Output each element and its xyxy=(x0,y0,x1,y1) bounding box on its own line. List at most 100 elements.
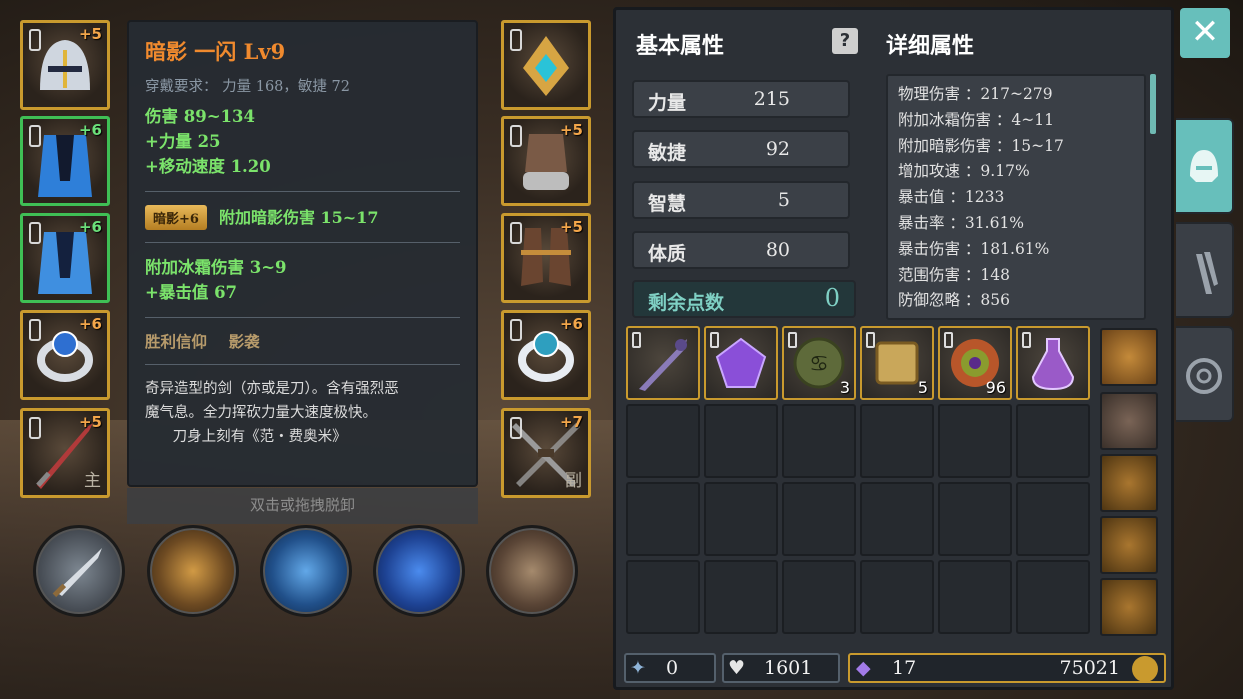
inventory-empty-slot[interactable] xyxy=(938,482,1012,556)
inventory-empty-slot[interactable] xyxy=(782,560,856,634)
item-tooltip: 暗影 一闪 Lv9 穿戴要求： 力量 168，敏捷 72 伤害 89~134 +… xyxy=(127,20,478,487)
attr-strength[interactable]: 力量 215 xyxy=(632,80,850,118)
crystals-value: 17 xyxy=(892,657,917,679)
attr-agility[interactable]: 敏捷 92 xyxy=(632,130,850,168)
lock-icon xyxy=(510,29,522,51)
left-slot-ring-icon[interactable]: +6 xyxy=(20,310,110,400)
tab-equipment-helmet-icon[interactable] xyxy=(1176,118,1234,214)
inventory-empty-slot[interactable] xyxy=(626,482,700,556)
bag-slot-icon[interactable] xyxy=(1100,454,1158,512)
attr-value: 92 xyxy=(765,138,790,160)
soul-icon: ♥ xyxy=(728,657,746,679)
faith-line: 胜利信仰 影袭 xyxy=(145,332,260,351)
detail-row: 物理伤害 ：217~279 xyxy=(898,85,1053,103)
inventory-empty-slot[interactable] xyxy=(938,560,1012,634)
left-slot-coat-icon[interactable]: +6 xyxy=(20,116,110,206)
enhance-level: +5 xyxy=(78,25,102,43)
inventory-empty-slot[interactable] xyxy=(704,404,778,478)
right-slot-amulet-icon[interactable] xyxy=(501,20,591,110)
currency-souls: ♥ 1601 xyxy=(722,653,840,683)
inventory-item-scroll-icon[interactable]: 5 xyxy=(860,326,934,400)
detail-attributes-title: 详细属性 xyxy=(886,33,975,59)
lock-icon xyxy=(510,125,522,147)
lock-icon xyxy=(29,319,41,341)
item-desc-line: 刀身上刻有《范・费奥米》 xyxy=(145,429,347,445)
right-slot-glove-icon[interactable]: +5 xyxy=(501,116,591,206)
remaining-value: 0 xyxy=(824,284,840,312)
item-stat: +力量 25 xyxy=(145,132,221,151)
attr-name: 智慧 xyxy=(648,193,687,215)
inventory-empty-slot[interactable] xyxy=(782,404,856,478)
bag-slot-icon[interactable] xyxy=(1100,578,1158,636)
currency-bar: ✦ 0 ♥ 1601 ◆ 17 75021 xyxy=(622,650,1170,684)
inventory-item-potion-icon[interactable] xyxy=(1016,326,1090,400)
gold-coin-icon xyxy=(1132,656,1158,682)
extra-stat: +暴击值 67 xyxy=(145,283,238,302)
attributes-panel: 基本属性 ? 详细属性 力量 215 敏捷 92 智慧 5 体质 80 剩余点数… xyxy=(613,7,1174,690)
right-slot-boots-icon[interactable]: +5 xyxy=(501,213,591,303)
item-desc-line: 奇异造型的剑（亦或是刀）。含有强烈恶 xyxy=(145,381,399,397)
left-slot-sword-icon[interactable]: +5 主 xyxy=(20,408,110,498)
close-button[interactable]: ✕ xyxy=(1180,8,1230,58)
enhance-level: +6 xyxy=(78,315,102,333)
inventory-empty-slot[interactable] xyxy=(1016,482,1090,556)
inventory-empty-slot[interactable] xyxy=(860,482,934,556)
help-icon[interactable]: ? xyxy=(832,28,858,54)
attr-name: 敏捷 xyxy=(648,142,687,164)
key-icon: ✦ xyxy=(630,657,646,679)
attr-wisdom[interactable]: 智慧 5 xyxy=(632,181,850,219)
bag-chest-icon[interactable] xyxy=(1100,328,1158,386)
enhance-level: +5 xyxy=(559,218,583,236)
inventory-empty-slot[interactable] xyxy=(626,404,700,478)
divider xyxy=(145,191,460,192)
inventory-empty-slot[interactable] xyxy=(1016,404,1090,478)
bag-slot-icon[interactable] xyxy=(1100,392,1158,450)
detail-scrollbar[interactable] xyxy=(1150,74,1156,134)
bag-slot-icon[interactable] xyxy=(1100,516,1158,574)
right-slot-dagger-icon[interactable]: +7 副 xyxy=(501,408,591,498)
inventory-empty-slot[interactable] xyxy=(938,404,1012,478)
tab-target-icon[interactable] xyxy=(1176,326,1234,422)
souls-value: 1601 xyxy=(764,657,813,679)
lock-icon xyxy=(944,332,953,348)
skill-dash-icon[interactable] xyxy=(147,525,239,617)
hand-label: 主 xyxy=(84,471,101,491)
detail-stats-list[interactable]: 物理伤害 ：217~279 附加冰霜伤害 ：4~11 附加暗影伤害 ：15~17… xyxy=(886,74,1146,320)
divider xyxy=(145,242,460,243)
inventory-empty-slot[interactable] xyxy=(626,560,700,634)
right-slot-ring-icon[interactable]: +6 xyxy=(501,310,591,400)
inventory-empty-slot[interactable] xyxy=(704,560,778,634)
lock-icon xyxy=(510,222,522,244)
lock-icon xyxy=(1022,332,1031,348)
inventory-empty-slot[interactable] xyxy=(704,482,778,556)
tab-gloves-icon[interactable] xyxy=(1176,222,1234,318)
set-bonus: 附加暗影伤害 15~17 xyxy=(218,208,379,227)
gold-value: 75021 xyxy=(1059,657,1120,679)
detail-row: 暴击率 ：31.61% xyxy=(898,213,1025,232)
inventory-empty-slot[interactable] xyxy=(860,560,934,634)
inventory-empty-slot[interactable] xyxy=(782,482,856,556)
inventory-item-purple-gem-icon[interactable] xyxy=(704,326,778,400)
lock-icon xyxy=(632,332,641,348)
item-stat: +移动速度 1.20 xyxy=(145,157,271,176)
skill-sprint-icon[interactable] xyxy=(373,525,465,617)
inventory-grid: ♋ 3 5 96 xyxy=(626,326,1096,642)
attr-value: 215 xyxy=(753,88,790,110)
attr-constitution[interactable]: 体质 80 xyxy=(632,231,850,269)
enhance-level: +5 xyxy=(559,121,583,139)
inventory-empty-slot[interactable] xyxy=(860,404,934,478)
lock-icon xyxy=(29,417,41,439)
detail-row: 防御忽略 ：856 xyxy=(898,291,1011,310)
set-badge: 暗影+6 xyxy=(145,205,207,230)
item-title: 暗影 一闪 Lv9 xyxy=(145,39,286,64)
unequip-hint: 双击或拖拽脱卸 xyxy=(127,488,478,524)
skill-claw-icon[interactable] xyxy=(486,525,578,617)
skill-shadow-clone-icon[interactable] xyxy=(260,525,352,617)
left-slot-helmet-icon[interactable]: +5 xyxy=(20,20,110,110)
inventory-item-vortex-orb-icon[interactable]: 96 xyxy=(938,326,1012,400)
inventory-item-rune-stone-icon[interactable]: ♋ 3 xyxy=(782,326,856,400)
left-slot-coat-icon[interactable]: +6 xyxy=(20,213,110,303)
inventory-empty-slot[interactable] xyxy=(1016,560,1090,634)
inventory-item-staff-icon[interactable] xyxy=(626,326,700,400)
skill-sword-icon[interactable] xyxy=(33,525,125,617)
